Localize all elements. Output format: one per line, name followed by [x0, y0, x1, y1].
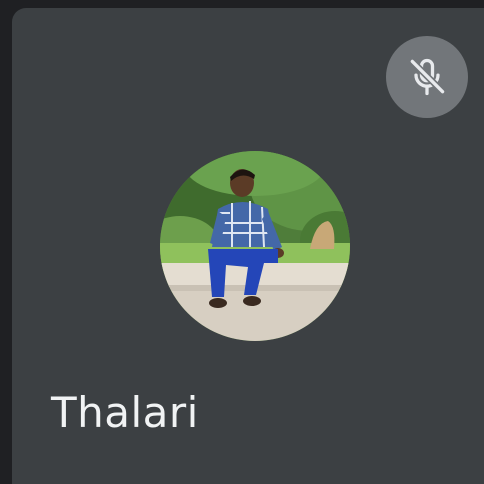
- participant-name: Thalari: [51, 388, 199, 437]
- profile-photo: [160, 151, 350, 341]
- mic-off-indicator: [386, 36, 468, 118]
- participant-tile[interactable]: Thalari: [12, 8, 484, 484]
- mic-off-icon: [409, 58, 446, 96]
- avatar: [160, 151, 350, 341]
